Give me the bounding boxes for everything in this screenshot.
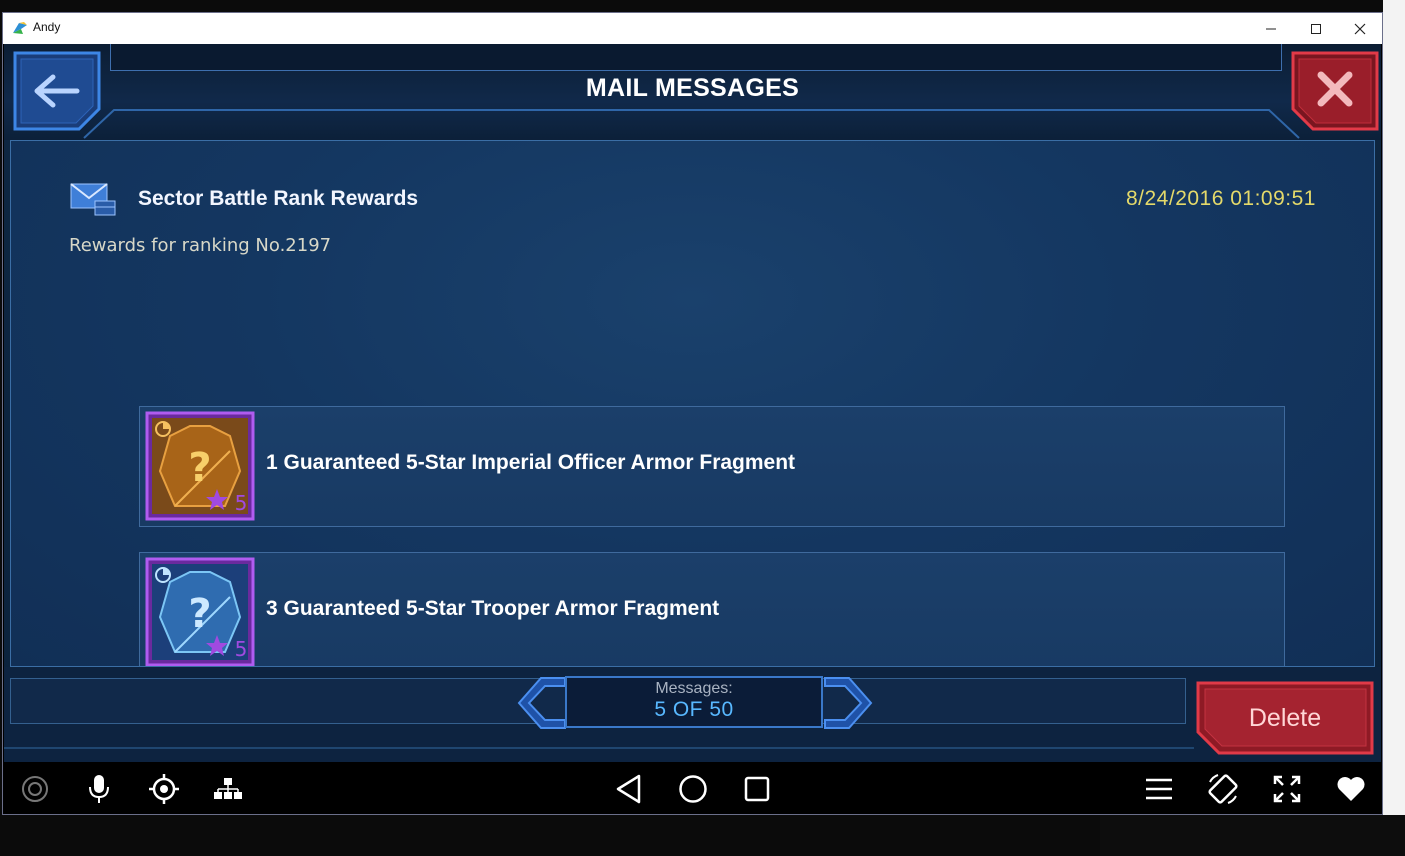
message-counter: Messages: 5 OF 50 bbox=[565, 676, 823, 728]
app-window: Andy MAIL MESSAGES Sector Battle Rank Re… bbox=[2, 12, 1383, 815]
page-title: MAIL MESSAGES bbox=[585, 74, 800, 102]
maximize-button[interactable] bbox=[1293, 13, 1339, 44]
window-titlebar[interactable]: Andy bbox=[3, 13, 1382, 44]
menu-icon bbox=[1146, 778, 1172, 800]
reward-label: 3 Guaranteed 5-Star Trooper Armor Fragme… bbox=[266, 597, 720, 620]
fullscreen-button[interactable] bbox=[1270, 772, 1304, 806]
location-button[interactable] bbox=[147, 772, 181, 806]
menu-button[interactable] bbox=[1142, 772, 1176, 806]
chevron-right-icon bbox=[824, 677, 873, 729]
game-screen: MAIL MESSAGES Sector Battle Rank Rewards… bbox=[4, 44, 1381, 762]
desktop-background-right bbox=[1383, 0, 1405, 856]
pager-label: Messages: bbox=[655, 680, 733, 697]
android-home-button[interactable] bbox=[676, 772, 710, 806]
bottom-bar: Messages: 5 OF 50 Delete bbox=[4, 667, 1381, 762]
close-button[interactable] bbox=[1291, 51, 1379, 131]
desktop-background-bottom bbox=[0, 815, 1100, 856]
svg-text:?: ? bbox=[188, 445, 211, 491]
rotate-icon bbox=[1208, 774, 1238, 804]
close-icon bbox=[1354, 23, 1366, 34]
back-triangle-icon bbox=[616, 774, 641, 804]
window-title: Andy bbox=[33, 20, 61, 34]
fullscreen-icon bbox=[1273, 775, 1301, 803]
camera-icon bbox=[22, 776, 48, 802]
network-icon bbox=[214, 778, 242, 799]
close-window-button[interactable] bbox=[1337, 13, 1383, 44]
header-frame-lines bbox=[83, 109, 1300, 139]
header-band: MAIL MESSAGES bbox=[4, 44, 1381, 140]
minimize-button[interactable] bbox=[1248, 13, 1294, 44]
back-button[interactable] bbox=[13, 51, 101, 131]
android-recents-button[interactable] bbox=[740, 772, 774, 806]
star-count: 5 bbox=[235, 491, 248, 515]
message-panel: Sector Battle Rank Rewards 8/24/2016 01:… bbox=[10, 140, 1375, 667]
next-message-button[interactable] bbox=[823, 674, 875, 732]
reward-label: 1 Guaranteed 5-Star Imperial Officer Arm… bbox=[266, 451, 796, 474]
android-back-button[interactable] bbox=[612, 772, 646, 806]
mail-date: 8/24/2016 01:09:51 bbox=[1125, 187, 1316, 210]
home-circle-icon bbox=[679, 775, 707, 803]
pager-value: 5 OF 50 bbox=[654, 698, 734, 721]
microphone-icon bbox=[89, 775, 109, 803]
arrow-left-icon bbox=[13, 51, 101, 131]
mail-envelope-icon bbox=[70, 183, 116, 216]
chevron-left-icon bbox=[517, 677, 566, 729]
favorite-button[interactable] bbox=[1334, 772, 1368, 806]
svg-text:?: ? bbox=[188, 591, 211, 637]
reward-item: ? 5 3 Guaranteed 5-Star Trooper Armor Fr… bbox=[139, 552, 1285, 666]
imperial-officer-armor-fragment-icon: ? 5 bbox=[145, 411, 255, 521]
desktop-background-corner bbox=[1100, 815, 1405, 856]
rotate-button[interactable] bbox=[1206, 772, 1240, 806]
star-count: 5 bbox=[235, 637, 248, 661]
bottom-divider bbox=[4, 747, 1194, 749]
location-target-icon bbox=[149, 774, 179, 804]
header-top-frame bbox=[110, 44, 1282, 71]
previous-message-button[interactable] bbox=[515, 674, 567, 732]
microphone-button[interactable] bbox=[82, 772, 116, 806]
maximize-icon bbox=[1311, 23, 1321, 34]
reward-item: ? 5 1 Guaranteed 5-Star Imperial Officer… bbox=[139, 406, 1285, 527]
trooper-armor-fragment-icon: ? 5 bbox=[145, 557, 255, 666]
delete-button[interactable]: Delete bbox=[1195, 680, 1375, 756]
camera-button[interactable] bbox=[18, 772, 52, 806]
delete-label: Delete bbox=[1248, 703, 1322, 732]
minimize-icon bbox=[1266, 28, 1276, 29]
recents-square-icon bbox=[744, 776, 770, 802]
mail-subject: Sector Battle Rank Rewards bbox=[138, 187, 419, 210]
mail-body: Rewards for ranking No.2197 bbox=[69, 235, 332, 256]
heart-icon bbox=[1337, 777, 1365, 801]
andy-logo-icon bbox=[13, 22, 27, 34]
x-icon bbox=[1291, 51, 1379, 131]
android-navbar bbox=[3, 762, 1382, 814]
network-button[interactable] bbox=[211, 772, 245, 806]
